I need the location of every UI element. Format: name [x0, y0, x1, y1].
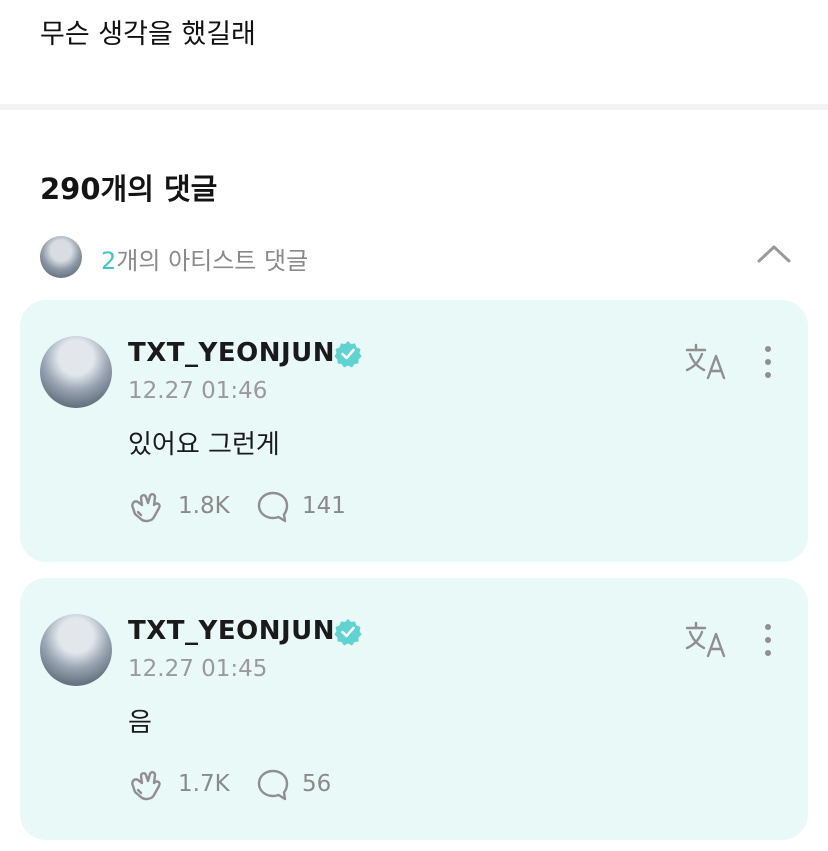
comment-text: 있어요 그런게	[128, 430, 280, 460]
chevron-up-icon[interactable]	[756, 242, 792, 266]
post-text: 무슨 생각을 했길래	[40, 19, 256, 50]
comment-author[interactable]: TXT_YEONJUN	[128, 616, 335, 646]
avatar[interactable]	[40, 614, 112, 686]
like-count: 1.7K	[178, 771, 230, 797]
cheer-hand-icon[interactable]	[128, 768, 164, 802]
section-divider	[0, 104, 828, 110]
artist-comments-label: 2개의 아티스트 댓글	[101, 241, 308, 276]
reply-count: 56	[302, 771, 332, 797]
verified-badge-icon	[334, 341, 362, 368]
more-vertical-icon[interactable]	[762, 344, 774, 380]
artist-comments-suffix: 개의 아티스트 댓글	[116, 247, 309, 275]
artist-avatar	[40, 236, 82, 278]
translate-icon[interactable]	[684, 342, 728, 382]
comment-author[interactable]: TXT_YEONJUN	[128, 338, 335, 368]
cheer-hand-icon[interactable]	[128, 490, 164, 524]
reply-bubble-icon[interactable]	[256, 768, 290, 802]
verified-badge-icon	[334, 619, 362, 646]
comment-time: 12.27 01:45	[128, 656, 268, 682]
comments-count-title: 290개의 댓글	[40, 172, 218, 206]
artist-comment-card[interactable]: TXT_YEONJUN 12.27 01:46 있어요 그런게 1.8K 141	[20, 300, 808, 562]
comment-text: 음	[128, 708, 152, 738]
reply-bubble-icon[interactable]	[256, 490, 290, 524]
artist-comment-card[interactable]: TXT_YEONJUN 12.27 01:45 음 1.7K 56	[20, 578, 808, 840]
like-count: 1.8K	[178, 493, 230, 519]
translate-icon[interactable]	[684, 620, 728, 660]
reply-count: 141	[302, 493, 346, 519]
artist-comments-toggle[interactable]: 2개의 아티스트 댓글	[40, 236, 792, 278]
comment-time: 12.27 01:46	[128, 378, 268, 404]
artist-comments-count: 2	[101, 247, 117, 275]
more-vertical-icon[interactable]	[762, 622, 774, 658]
avatar[interactable]	[40, 336, 112, 408]
